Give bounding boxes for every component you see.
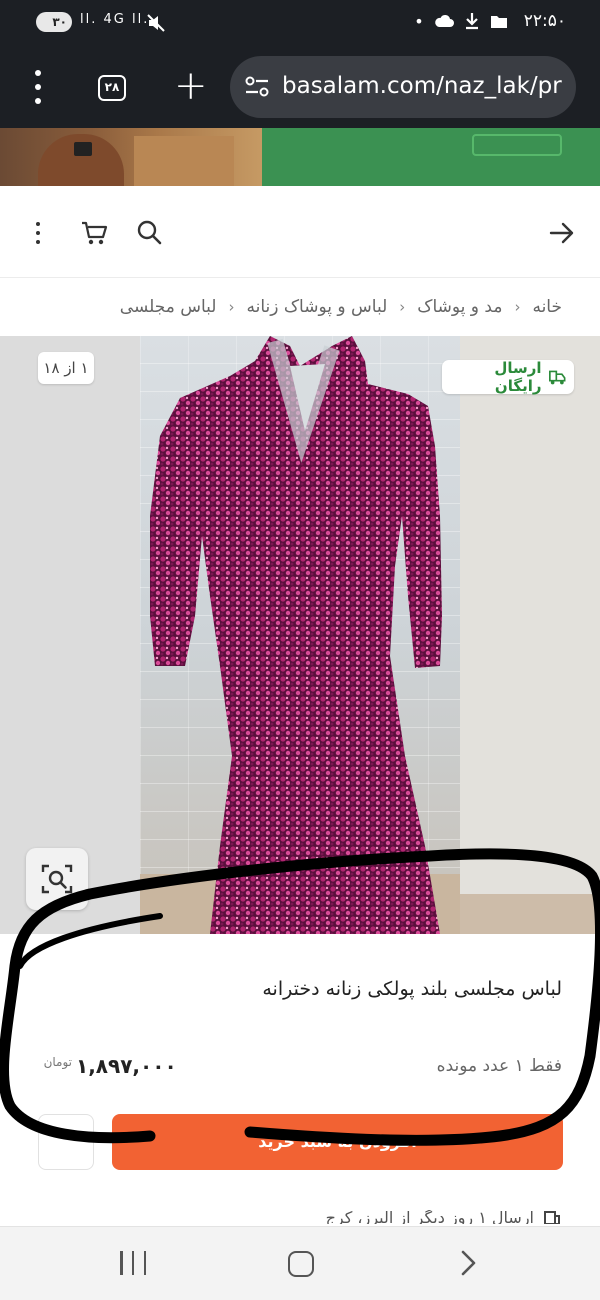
recent-apps-icon[interactable] (120, 1251, 146, 1277)
battery-indicator: ۳۰ (36, 12, 72, 32)
system-nav-bar (0, 1226, 600, 1300)
mute-icon (147, 14, 165, 32)
breadcrumb-item-women-clothing[interactable]: لباس و پوشاک زنانه (246, 297, 387, 317)
zoom-scan-icon (41, 864, 73, 894)
dress-image (150, 336, 442, 934)
free-shipping-badge: ارسال رایگان (442, 359, 574, 395)
url-text[interactable]: basalam.com/naz_lak/pr (282, 73, 562, 99)
tabs-icon[interactable]: ۲۸ (98, 75, 126, 101)
breadcrumb-item-evening-dress[interactable]: لباس مجلسی (120, 297, 217, 317)
product-title: لباس مجلسی بلند پولکی زنانه دخترانه (262, 978, 562, 1000)
image-counter: ۱ از ۱۸ (38, 352, 94, 384)
menu-icon[interactable] (28, 70, 48, 104)
stock-text: فقط ۱ عدد مونده (436, 1056, 562, 1076)
breadcrumb: خانه ‹ مد و پوشاک ‹ لباس و پوشاک زنانه ‹… (0, 278, 600, 336)
product-info: لباس مجلسی بلند پولکی زنانه دخترانه فقط … (0, 934, 600, 1224)
free-shipping-label: ارسال رایگان (494, 359, 542, 395)
network-indicator: ll. 4G ll. (80, 12, 150, 27)
dot-icon: • (414, 11, 424, 31)
breadcrumb-item-home[interactable]: خانه (532, 297, 562, 317)
package-icon (544, 1211, 560, 1224)
delivery-text: ارسال ۱ روز دیگر از البرز، کرج (325, 1210, 534, 1224)
status-bar: ۳۰ ll. 4G ll. • ۲۲:۵۰ (0, 0, 600, 46)
product-photo (140, 336, 460, 934)
status-icons: • ۲۲:۵۰ (414, 11, 566, 31)
home-icon[interactable] (288, 1251, 314, 1277)
download-icon (465, 13, 478, 30)
plus-icon[interactable]: + (174, 64, 208, 108)
site-header (0, 186, 600, 278)
address-bar[interactable]: basalam.com/naz_lak/pr (230, 56, 576, 118)
kebab-icon[interactable] (34, 222, 42, 244)
site-settings-icon[interactable] (244, 76, 270, 98)
background-area (460, 336, 600, 934)
zoom-button[interactable] (26, 848, 88, 910)
cloud-icon (434, 14, 454, 27)
chevron-left-icon: ‹ (228, 298, 235, 316)
add-to-cart-button[interactable]: افزودن به سبد خرید (112, 1114, 563, 1170)
arrow-right-icon[interactable] (548, 220, 576, 246)
promo-banner[interactable] (0, 128, 600, 186)
product-gallery[interactable] (0, 336, 600, 934)
chevron-left-icon: ‹ (514, 298, 521, 316)
currency-label: تومان (43, 1055, 72, 1069)
breadcrumb-item-fashion[interactable]: مد و پوشاک (417, 297, 502, 317)
banner-photo (0, 128, 262, 186)
back-icon[interactable] (456, 1249, 480, 1277)
truck-icon (548, 370, 565, 385)
product-price: ۱,۸۹۷,۰۰۰ (76, 1054, 177, 1078)
browser-toolbar: ۲۸ + basalam.com/naz_lak/pr (0, 46, 600, 128)
chevron-left-icon: ‹ (399, 298, 406, 316)
folder-icon (490, 15, 507, 28)
delivery-note: ارسال ۱ روز دیگر از البرز، کرج (326, 1210, 562, 1224)
clock: ۲۲:۵۰ (523, 11, 566, 31)
quantity-stepper[interactable] (38, 1114, 94, 1170)
cart-icon[interactable] (80, 220, 108, 246)
search-icon[interactable] (136, 219, 164, 247)
banner-graphic (262, 128, 600, 186)
